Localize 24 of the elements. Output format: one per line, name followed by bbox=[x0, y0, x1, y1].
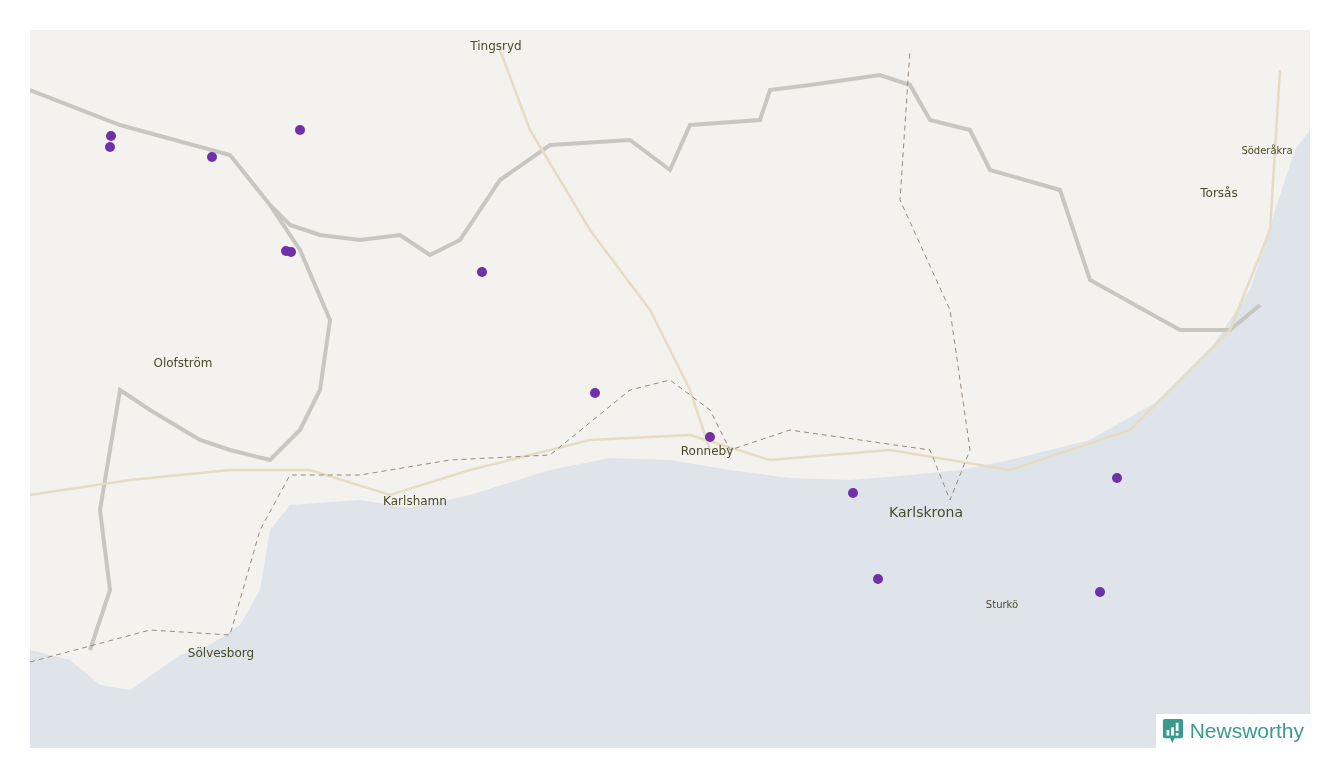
map-marker[interactable] bbox=[207, 152, 217, 162]
map[interactable]: Newsworthy Tingsryd Söderåkra Torsås Olofström Ronneby Karlshamn Karlskrona Sturkö Sölvesborg bbox=[30, 30, 1310, 748]
map-marker[interactable] bbox=[873, 574, 883, 584]
place-label: Karlskrona bbox=[889, 505, 963, 519]
map-marker[interactable] bbox=[106, 131, 116, 141]
place-label: Söderåkra bbox=[1241, 146, 1293, 156]
map-marker[interactable] bbox=[105, 142, 115, 152]
place-label: Sölvesborg bbox=[187, 647, 255, 659]
map-marker[interactable] bbox=[477, 267, 487, 277]
place-label: Karlshamn bbox=[383, 495, 447, 507]
place-label: Tingsryd bbox=[470, 40, 522, 52]
place-label: Torsås bbox=[1200, 187, 1238, 199]
brand-name: Newsworthy bbox=[1189, 719, 1304, 743]
map-marker[interactable] bbox=[848, 488, 858, 498]
place-label: Sturkö bbox=[985, 600, 1019, 610]
map-marker[interactable] bbox=[1112, 473, 1122, 483]
map-marker[interactable] bbox=[705, 432, 715, 442]
map-marker[interactable] bbox=[286, 247, 296, 257]
place-label: Olofström bbox=[153, 357, 213, 369]
place-label: Ronneby bbox=[680, 445, 734, 457]
map-marker[interactable] bbox=[590, 388, 600, 398]
chart-bubble-icon bbox=[1161, 717, 1184, 745]
map-marker[interactable] bbox=[295, 125, 305, 135]
map-marker[interactable] bbox=[1095, 587, 1105, 597]
